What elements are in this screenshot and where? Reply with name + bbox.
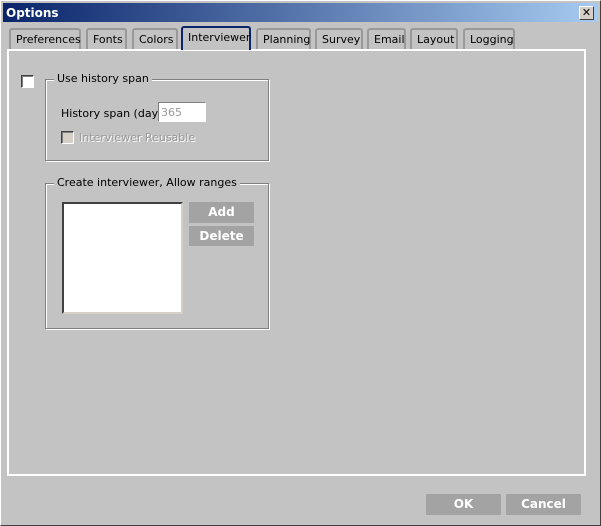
ranges-list[interactable] xyxy=(62,202,183,314)
interviewer-reusable-label: Interviewer Reusable xyxy=(79,131,196,144)
history-span-group-label: Use history span xyxy=(54,72,152,85)
title-bar: Options ✕ xyxy=(3,3,598,22)
window-title: Options xyxy=(6,6,59,20)
tab-layout[interactable]: Layout xyxy=(410,28,458,49)
ok-button[interactable]: OK xyxy=(426,494,501,515)
history-span-input[interactable] xyxy=(158,102,206,122)
history-span-group: Use history span History span (days): In… xyxy=(45,72,269,161)
options-dialog: Options ✕ Preferences Fonts Colors Inter… xyxy=(0,0,601,526)
ranges-group-label: Create interviewer, Allow ranges xyxy=(54,176,240,189)
tab-email[interactable]: Email xyxy=(367,28,406,49)
interviewer-reusable-checkbox[interactable] xyxy=(61,131,74,144)
cancel-button[interactable]: Cancel xyxy=(506,494,581,515)
tab-interviewer[interactable]: Interviewer xyxy=(181,26,251,50)
add-button[interactable]: Add xyxy=(189,202,254,223)
ranges-group: Create interviewer, Allow ranges Add Del… xyxy=(45,176,269,329)
delete-button[interactable]: Delete xyxy=(189,226,254,246)
tab-logging[interactable]: Logging xyxy=(463,28,515,49)
tab-planning[interactable]: Planning xyxy=(256,28,311,49)
tab-fonts[interactable]: Fonts xyxy=(86,28,127,49)
close-icon[interactable]: ✕ xyxy=(579,6,594,20)
tab-preferences[interactable]: Preferences xyxy=(9,28,81,49)
history-span-label: History span (days): xyxy=(61,107,172,120)
tab-colors[interactable]: Colors xyxy=(132,28,178,49)
use-history-span-checkbox[interactable] xyxy=(21,75,34,88)
tab-survey[interactable]: Survey xyxy=(315,28,363,49)
